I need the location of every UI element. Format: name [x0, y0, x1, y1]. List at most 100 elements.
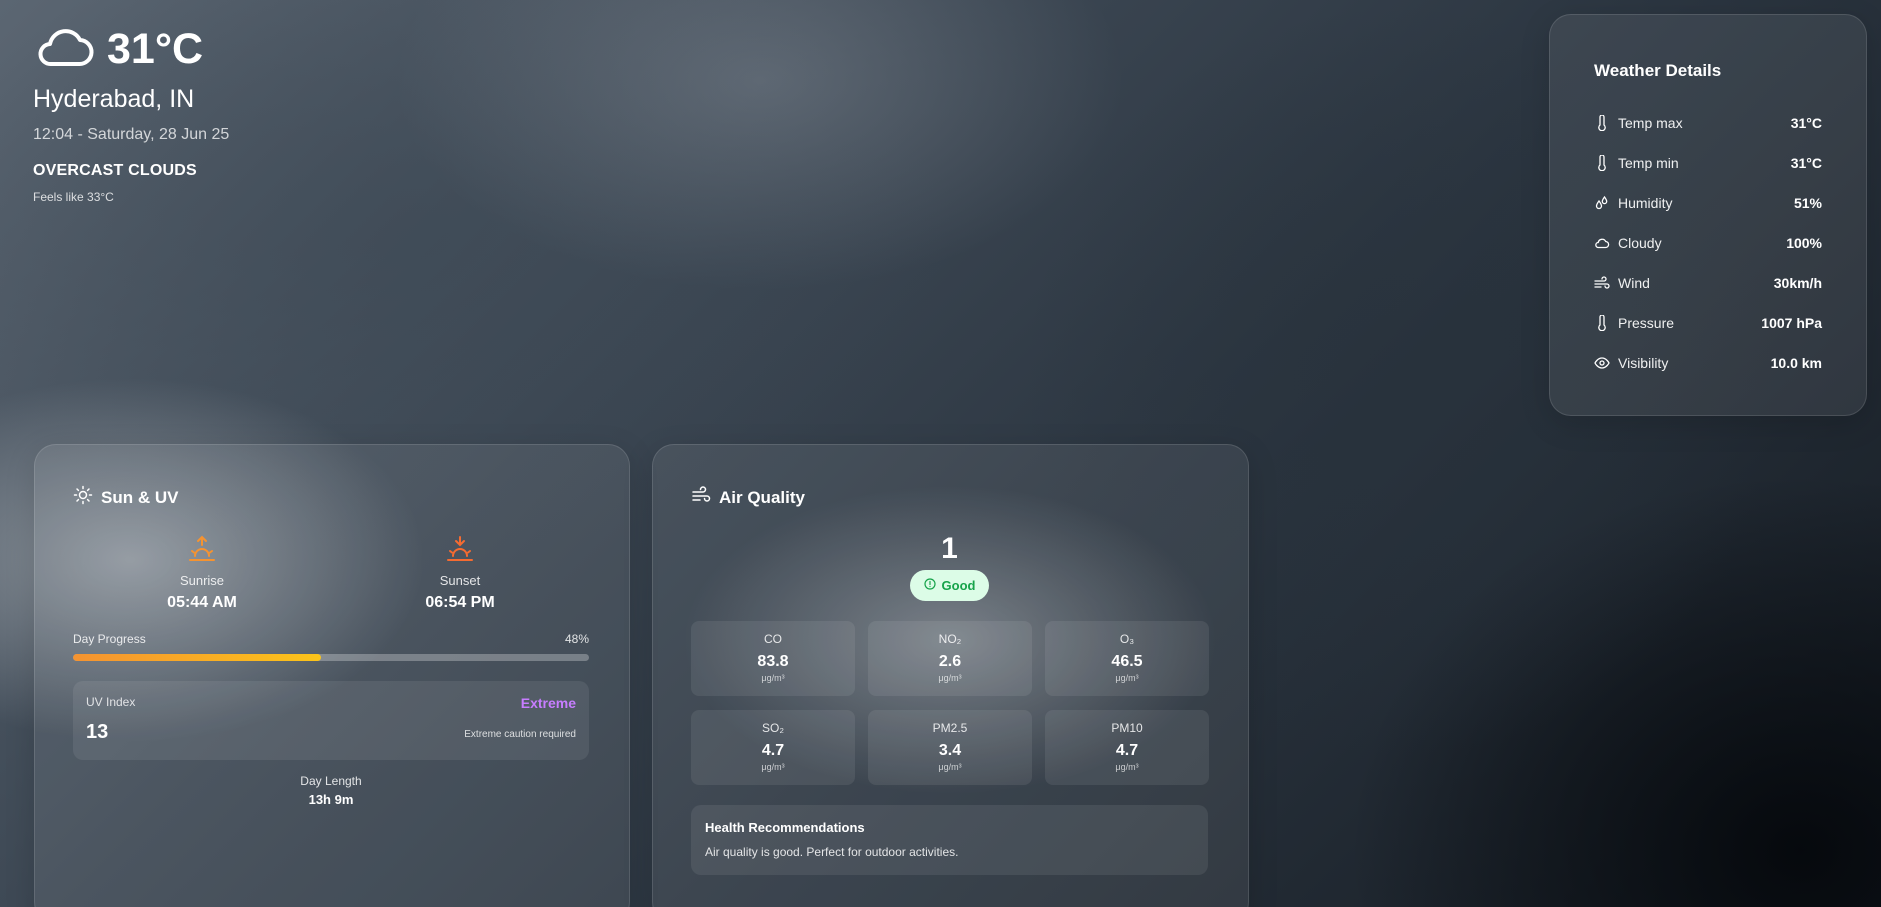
day-length: Day Length 13h 9m: [73, 774, 589, 807]
pollutant-unit: μg/m³: [938, 762, 962, 772]
aqi-status: Good: [941, 578, 976, 593]
detail-value: 1007 hPa: [1761, 315, 1822, 331]
thermometer-icon: [1594, 155, 1610, 171]
temperature-row: 31°C: [33, 22, 229, 75]
detail-label: Humidity: [1618, 195, 1673, 211]
current-temperature: 31°C: [107, 24, 204, 73]
sun-uv-card: Sun & UV Sunrise 05:44 AM Sunset 06:54 P…: [34, 444, 630, 907]
weather-details-card: Weather Details Temp max 31°C Temp min 3…: [1549, 14, 1867, 416]
pollutant-value: 83.8: [757, 653, 789, 670]
pollutant-value: 3.4: [938, 742, 962, 759]
weather-condition: OVERCAST CLOUDS: [33, 162, 197, 179]
detail-row-temp-max: Temp max 31°C: [1594, 103, 1822, 143]
detail-label: Wind: [1618, 275, 1650, 291]
detail-value: 10.0 km: [1770, 355, 1822, 371]
pollutant-cell-pm10: PM10 4.7 μg/m³: [1045, 710, 1209, 785]
sun-icon: [73, 485, 93, 510]
cloud-icon: [33, 22, 97, 75]
detail-label: Temp min: [1618, 155, 1679, 171]
pollutant-cell-so2: SO₂ 4.7 μg/m³: [691, 710, 855, 785]
detail-value: 31°C: [1790, 115, 1822, 131]
sunset-icon: [445, 534, 475, 569]
pollutant-name: SO₂: [762, 721, 784, 735]
air-quality-title: Air Quality: [719, 487, 805, 507]
day-length-label: Day Length: [300, 774, 362, 788]
pollutant-unit: μg/m³: [761, 762, 785, 772]
pollutant-unit: μg/m³: [761, 673, 785, 683]
sun-uv-title: Sun & UV: [101, 487, 179, 507]
day-progress-percent: 48%: [564, 632, 589, 646]
detail-label: Cloudy: [1618, 235, 1662, 251]
thermometer-icon: [1594, 115, 1610, 131]
uv-index-label: UV Index: [86, 695, 136, 709]
detail-value: 100%: [1786, 235, 1822, 251]
detail-value: 30km/h: [1773, 275, 1822, 291]
health-text: Air quality is good. Perfect for outdoor…: [705, 845, 959, 859]
sunrise-icon: [187, 534, 217, 569]
pollutant-value: 46.5: [1111, 653, 1143, 670]
detail-label: Temp max: [1618, 115, 1683, 131]
uv-index-box: UV Index 13 Extreme Extreme caution requ…: [73, 681, 589, 760]
air-quality-card: Air Quality 1 Good CO 83.8 μg/m³ NO₂ 2.6…: [652, 444, 1249, 907]
detail-row-temp-min: Temp min 31°C: [1594, 143, 1822, 183]
pollutant-unit: μg/m³: [1115, 673, 1139, 683]
detail-label: Visibility: [1618, 355, 1669, 371]
current-weather: 31°C Hyderabad, IN 12:04 - Saturday, 28 …: [33, 22, 230, 205]
info-circle-icon: [923, 578, 936, 593]
droplets-icon: [1594, 195, 1610, 211]
health-title: Health Recommendations: [705, 820, 865, 835]
wind-icon: [1594, 275, 1610, 291]
sunset-label: Sunset: [439, 573, 481, 588]
pollutant-name: NO₂: [938, 632, 962, 646]
pollutant-cell-co: CO 83.8 μg/m³: [691, 621, 855, 696]
feels-like: Feels like 33°C: [33, 190, 114, 204]
uv-note: Extreme caution required: [464, 729, 576, 740]
detail-row-wind: Wind 30km/h: [1594, 263, 1822, 303]
date-time: 12:04 - Saturday, 28 Jun 25: [33, 126, 230, 143]
pollutant-unit: μg/m³: [1115, 762, 1139, 772]
pollutant-name: PM2.5: [932, 721, 968, 735]
day-progress-header: Day Progress 48%: [73, 632, 589, 646]
sunset-time: 06:54 PM: [425, 594, 495, 611]
uv-level: Extreme: [520, 695, 576, 711]
aqi-status-badge: Good: [909, 570, 990, 601]
pollutant-name: PM10: [1111, 721, 1143, 735]
pollutant-name: CO: [764, 632, 782, 646]
pollutant-cell-o3: O₃ 46.5 μg/m³: [1045, 621, 1209, 696]
weather-details-title: Weather Details: [1594, 61, 1722, 80]
wind-icon: [691, 485, 711, 510]
sunset-block: Sunset 06:54 PM: [331, 534, 589, 612]
day-progress-fill: [73, 654, 321, 661]
aqi-badge-wrap: Good: [691, 570, 1208, 601]
day-progress-bar: [73, 654, 589, 661]
detail-value: 51%: [1793, 195, 1822, 211]
sun-times: Sunrise 05:44 AM Sunset 06:54 PM: [73, 534, 589, 612]
detail-row-visibility: Visibility 10.0 km: [1594, 343, 1822, 383]
pollutant-cell-pm25: PM2.5 3.4 μg/m³: [868, 710, 1032, 785]
pollutant-unit: μg/m³: [938, 673, 962, 683]
sunrise-time: 05:44 AM: [167, 594, 237, 611]
air-quality-title-row: Air Quality: [691, 485, 1208, 510]
pollutant-value: 4.7: [761, 742, 785, 759]
cloud-icon: [1594, 235, 1610, 251]
sunrise-block: Sunrise 05:44 AM: [73, 534, 331, 612]
detail-row-humidity: Humidity 51%: [1594, 183, 1822, 223]
detail-label: Pressure: [1618, 315, 1675, 331]
pollutant-name: O₃: [1119, 632, 1135, 646]
pollutant-cell-no2: NO₂ 2.6 μg/m³: [868, 621, 1032, 696]
pollutant-value: 2.6: [938, 653, 962, 670]
pollutant-grid: CO 83.8 μg/m³ NO₂ 2.6 μg/m³ O₃ 46.5 μg/m…: [691, 621, 1209, 785]
location-name: Hyderabad, IN: [33, 85, 195, 113]
detail-row-pressure: Pressure 1007 hPa: [1594, 303, 1822, 343]
eye-icon: [1594, 355, 1610, 371]
aqi-value: 1: [941, 532, 958, 565]
day-progress-label: Day Progress: [73, 632, 146, 646]
sun-uv-title-row: Sun & UV: [73, 485, 589, 510]
thermometer-icon: [1594, 315, 1610, 331]
detail-value: 31°C: [1790, 155, 1822, 171]
day-length-value: 13h 9m: [308, 792, 354, 807]
sunrise-label: Sunrise: [179, 573, 225, 588]
pollutant-value: 4.7: [1115, 742, 1139, 759]
health-recommendations: Health Recommendations Air quality is go…: [691, 805, 1208, 875]
detail-row-cloudy: Cloudy 100%: [1594, 223, 1822, 263]
